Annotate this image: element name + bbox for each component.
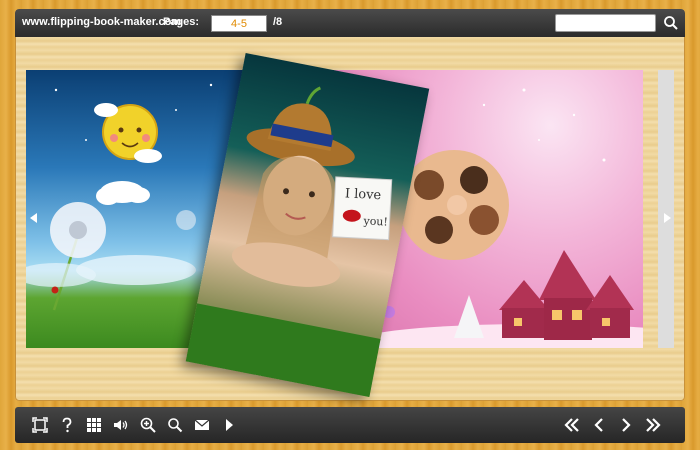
- autoplay-button[interactable]: [220, 416, 238, 434]
- first-page-icon: [564, 418, 579, 432]
- right-page-edge: [658, 70, 674, 348]
- previous-page-arrow[interactable]: [27, 210, 41, 226]
- bottom-toolbar: [15, 407, 685, 443]
- search-book-button[interactable]: [166, 416, 184, 434]
- note-line-2: you!: [362, 214, 388, 228]
- zoom-in-icon: [140, 417, 156, 433]
- arrow-right-icon: [664, 213, 671, 223]
- fullscreen-button[interactable]: [31, 416, 49, 434]
- next-page-button[interactable]: [617, 416, 635, 434]
- previous-page-button[interactable]: [590, 416, 608, 434]
- help-icon: [62, 417, 72, 433]
- email-button[interactable]: [193, 416, 211, 434]
- autoplay-icon: [226, 419, 233, 431]
- sound-icon: [114, 420, 128, 430]
- site-name[interactable]: www.flipping-book-maker.com: [22, 16, 181, 28]
- love-note: I love you!: [332, 176, 393, 241]
- next-page-arrow[interactable]: [660, 210, 674, 226]
- first-page-button[interactable]: [563, 416, 581, 434]
- note-line-1: I love: [345, 186, 382, 203]
- pages-label: Pages:: [163, 16, 200, 28]
- search-input[interactable]: [555, 14, 656, 32]
- search-icon: [664, 16, 678, 30]
- email-icon: [194, 419, 210, 430]
- book-spread: I love you!: [26, 53, 643, 397]
- previous-page-icon: [594, 418, 603, 432]
- search-icon: [168, 418, 183, 433]
- sound-button[interactable]: [112, 416, 130, 434]
- last-page-icon: [646, 418, 661, 432]
- thumbnails-icon: [87, 418, 101, 432]
- zoom-in-button[interactable]: [139, 416, 157, 434]
- arrow-left-icon: [30, 213, 37, 223]
- page-number-input[interactable]: [211, 15, 267, 32]
- last-page-button[interactable]: [644, 416, 662, 434]
- search-button[interactable]: [662, 14, 680, 32]
- total-pages: /8: [273, 16, 283, 28]
- top-toolbar: www.flipping-book-maker.com Pages: /8: [15, 9, 685, 37]
- help-button[interactable]: [58, 416, 76, 434]
- fullscreen-icon: [32, 417, 48, 433]
- next-page-icon: [622, 418, 631, 432]
- thumbnails-button[interactable]: [85, 416, 103, 434]
